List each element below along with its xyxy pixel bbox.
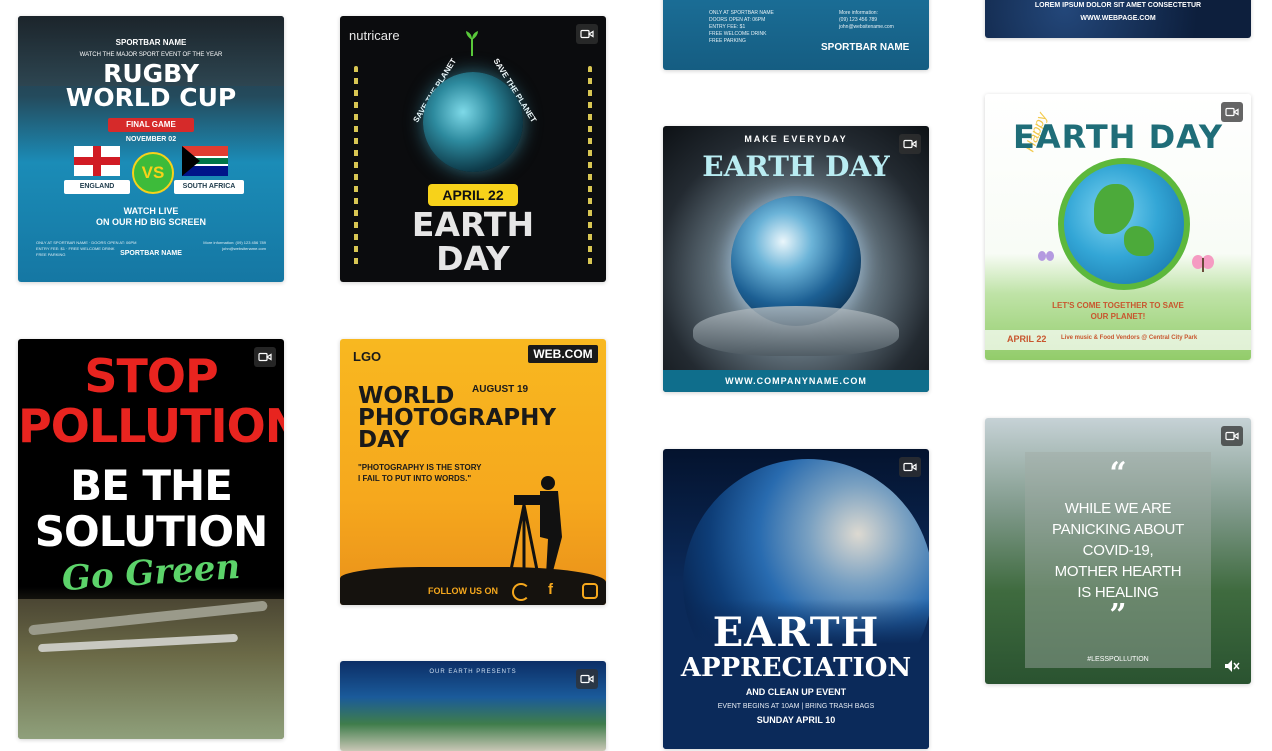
less-pollution-hashtag: #LESSPOLLUTION (1087, 656, 1149, 663)
sportbar-name-bottom: SPORTBAR NAME (120, 250, 182, 257)
save-planet-slogan: LET'S COME TOGETHER TO SAVE OUR PLANET! (1052, 301, 1184, 321)
happy-earth-day-template[interactable]: Happy EARTH DAY LET'S COME TOGETHER TO S… (985, 94, 1251, 360)
sportbar-partial-right: More information: (09) 123 456 789 john@… (839, 10, 894, 30)
vs-label: VS (141, 163, 165, 182)
photography-quote: "PHOTOGRAPHY IS THE STORY I FAIL TO PUT … (358, 463, 482, 483)
butterfly-small-icon (1037, 250, 1055, 264)
sportbar-flyer-partial[interactable]: ONLY AT SPORTBAR NAME DOORS OPEN AT: 06P… (663, 0, 929, 70)
photographer-silhouette (500, 467, 580, 576)
webpage-line: WWW.WEBPAGE.COM (1080, 15, 1156, 22)
lgo-logo: LGO (353, 349, 382, 364)
rugby-tagline: WATCH THE MAJOR SPORT EVENT OF THE YEAR (79, 52, 223, 58)
photography-title: WORLD PHOTOGRAPHY DAY (358, 383, 557, 453)
rugby-title: RUGBY WORLD CUP (65, 59, 237, 112)
lorem-ipsum-flyer-partial[interactable]: LOREM IPSUM DOLOR SIT AMET CONSECTETUR W… (985, 0, 1251, 38)
facebook-icon[interactable]: f (548, 581, 553, 598)
instagram-icon[interactable] (582, 583, 598, 599)
make-everyday-earth-day-template[interactable]: MAKE EVERYDAY EARTH DAY WWW.COMPANYNAME.… (663, 126, 929, 392)
make-everyday-label: MAKE EVERYDAY (744, 134, 848, 144)
vs-badge: VS (132, 152, 174, 194)
event-details: EVENT BEGINS AT 10AM | BRING TRASH BAGS (717, 703, 875, 710)
be-the-solution-heading: BE THE SOLUTION (34, 461, 268, 556)
england-flag (74, 146, 120, 176)
earth-day-title: EARTH DAY (411, 205, 535, 278)
video-camera-icon (576, 669, 598, 689)
covid-quote: WHILE WE ARE PANICKING ABOUT COVID-19, M… (1052, 500, 1184, 601)
follow-us-label: FOLLOW US ON (428, 586, 498, 596)
our-earth-presents-template[interactable]: OUR EARTH PRESENTS (340, 661, 606, 751)
earth-title: EARTH (712, 609, 880, 656)
final-game-badge: FINAL GAME (108, 118, 194, 132)
appreciation-title: APPRECIATION (680, 653, 912, 683)
event-date: SUNDAY APRIL 10 (756, 715, 836, 725)
earth-globe-image (423, 72, 523, 172)
stop-pollution-heading: STOP POLLUTION (18, 349, 284, 453)
watch-live-text: WATCH LIVE ON OUR HD BIG SCREEN (95, 206, 206, 227)
video-camera-icon (1221, 426, 1243, 446)
earth-globe-cartoon (1058, 158, 1190, 290)
butterfly-icon (1191, 254, 1215, 274)
lorem-line: LOREM IPSUM DOLOR SIT AMET CONSECTETUR (1034, 2, 1202, 9)
sprout-icon (464, 30, 480, 56)
video-camera-icon (576, 24, 598, 44)
sportbar-partial-name: SPORTBAR NAME (821, 42, 910, 53)
stop-pollution-template[interactable]: STOP POLLUTION BE THE SOLUTION Go Green (18, 339, 284, 739)
open-quote-mark: “ (1109, 456, 1127, 491)
video-camera-icon (899, 457, 921, 477)
close-quote-mark: ” (1109, 598, 1127, 633)
polluted-water-image (18, 599, 284, 739)
world-photography-day-template[interactable]: LGO WEB.COM AUGUST 19 WORLD PHOTOGRAPHY … (340, 339, 606, 605)
google-icon[interactable] (512, 583, 530, 601)
hands-shape (693, 306, 899, 356)
rugby-date: NOVEMBER 02 (125, 136, 177, 143)
south-africa-flag (182, 146, 228, 176)
nutricare-logo: nutricare (349, 28, 400, 43)
our-earth-presents-label: OUR EARTH PRESENTS (429, 669, 517, 675)
speaker-muted-icon[interactable] (1221, 656, 1243, 676)
earth-appreciation-template[interactable]: EARTH APPRECIATION AND CLEAN UP EVENT EV… (663, 449, 929, 749)
company-url: WWW.COMPANYNAME.COM (725, 376, 867, 386)
mother-hearth-quote-template[interactable]: “ WHILE WE ARE PANICKING ABOUT COVID-19,… (985, 418, 1251, 684)
april-22-badge: APRIL 22 (428, 184, 518, 206)
clean-up-subtitle: AND CLEAN UP EVENT (745, 687, 847, 697)
web-com-badge: WEB.COM (528, 345, 598, 363)
sportbar-name-top: SPORTBAR NAME (115, 38, 187, 47)
happy-details: Live music & Food Vendors @ Central City… (1061, 335, 1198, 341)
team-left-label: ENGLAND (64, 180, 130, 194)
rugby-world-cup-template[interactable]: SPORTBAR NAME WATCH THE MAJOR SPORT EVEN… (18, 16, 284, 282)
sportbar-partial-left: ONLY AT SPORTBAR NAME DOORS OPEN AT: 06P… (709, 10, 774, 44)
earth-day-heading: EARTH DAY (702, 150, 890, 183)
earth-day-arc-title: EARTH DAY (1012, 118, 1223, 156)
earth-day-nutricare-template[interactable]: nutricare SAVE THE PLANET SAVE THE PLANE… (340, 16, 606, 282)
happy-date: APRIL 22 (1007, 334, 1047, 344)
team-right-label: SOUTH AFRICA (174, 180, 244, 194)
